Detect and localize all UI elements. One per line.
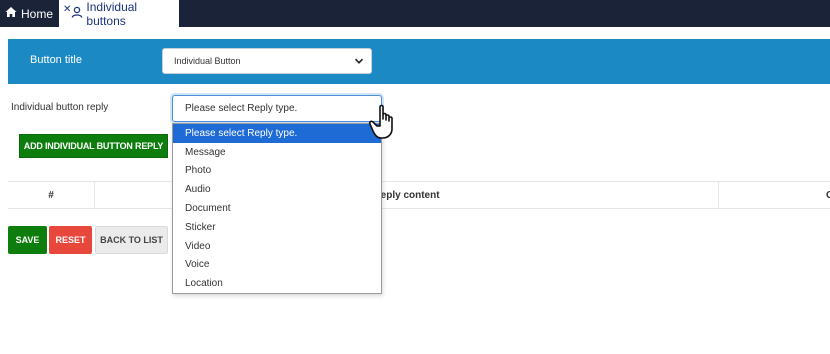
tab-home-label: Home: [21, 6, 54, 21]
reply-option-location[interactable]: Location: [173, 274, 381, 293]
tab-individual-buttons-label: Individual buttons: [86, 0, 138, 28]
reply-table-header: # Reply content Cap: [8, 181, 830, 209]
user-icon: [71, 6, 83, 21]
save-button[interactable]: SAVE: [8, 226, 47, 254]
reply-type-value: Please select Reply type.: [185, 103, 298, 114]
tab-home[interactable]: Home: [0, 0, 57, 27]
chevron-down-icon: [354, 56, 364, 68]
reply-option-sticker[interactable]: Sticker: [173, 218, 381, 237]
reply-option-placeholder[interactable]: Please select Reply type.: [173, 124, 381, 143]
back-to-list-button[interactable]: BACK TO LIST: [95, 226, 168, 254]
reply-option-voice[interactable]: Voice: [173, 256, 381, 275]
pointer-hand-icon: [368, 103, 404, 143]
top-tab-bar: Home ✕ Individual buttons: [0, 0, 830, 28]
reply-option-photo[interactable]: Photo: [173, 162, 381, 181]
add-individual-button-reply-button[interactable]: ADD INDIVIDUAL BUTTON REPLY: [19, 134, 168, 158]
reply-type-select[interactable]: Please select Reply type.: [172, 95, 382, 122]
column-header-index: #: [8, 182, 95, 209]
reply-option-video[interactable]: Video: [173, 237, 381, 256]
reply-type-label: Individual button reply: [11, 102, 109, 113]
button-title-select[interactable]: Individual Button: [162, 48, 372, 74]
tab-individual-buttons[interactable]: ✕ Individual buttons: [59, 0, 179, 28]
reset-button[interactable]: RESET: [49, 226, 92, 254]
home-icon: [5, 6, 17, 21]
column-header-caption: Cap: [826, 190, 830, 201]
reply-option-message[interactable]: Message: [173, 143, 381, 162]
button-title-label: Button title: [30, 54, 82, 66]
reply-option-audio[interactable]: Audio: [173, 180, 381, 199]
reply-type-options-list: Please select Reply type. Message Photo …: [172, 123, 382, 294]
button-title-value: Individual Button: [174, 56, 241, 66]
reply-option-document[interactable]: Document: [173, 199, 381, 218]
button-title-header: Button title Individual Button: [8, 39, 830, 84]
close-icon[interactable]: ✕: [63, 4, 71, 15]
